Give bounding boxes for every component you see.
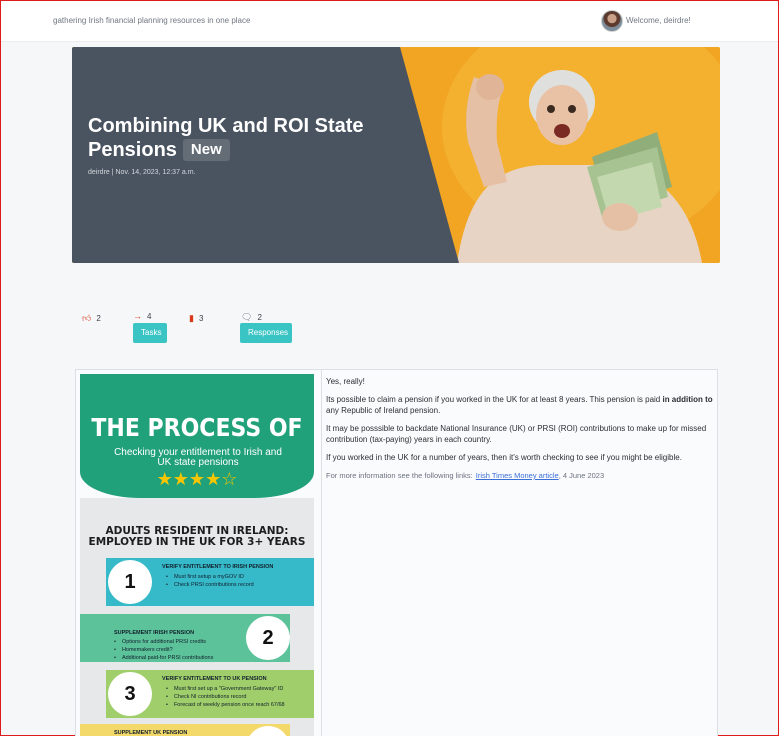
step-2-list: Options for additional PRSI credits Home… (114, 638, 213, 662)
step-item: Forecast of weekly pension once reach 67… (166, 701, 285, 709)
more-info-prefix: For more information see the following l… (326, 471, 473, 480)
article-paragraph-3: If you worked in the UK for a number of … (326, 453, 682, 462)
paragraph-text: any Republic of Ireland pension. (326, 406, 441, 415)
step-item: Homemakers credit? (114, 646, 213, 654)
user-avatar[interactable] (601, 10, 623, 32)
new-badge: New (182, 139, 230, 161)
rating-stars: ★★★★☆ (80, 470, 314, 488)
step-3-number: 3 (108, 672, 152, 716)
article-paragraph-2: It may be posssible to backdate National… (326, 424, 707, 444)
step-item: Must first set up a "Government Gateway"… (166, 685, 285, 693)
infographic-image: THE PROCESS OF Checking your entitlement… (80, 374, 314, 736)
column-divider (321, 370, 322, 736)
like-count: 2 (96, 314, 101, 323)
responses-stat: 🗨︎ 2 (241, 312, 262, 323)
infographic-title: THE PROCESS OF (91, 414, 303, 443)
emphasis-text: in addition to (662, 395, 713, 404)
step-3-title: VERIFY ENTITLEMENT TO UK PENSION (162, 676, 267, 682)
step-2-title: SUPPLEMENT IRISH PENSION (114, 630, 195, 636)
top-navbar: gathering Irish financial planning resou… (1, 1, 778, 42)
arrow-right-icon: → (133, 311, 142, 321)
site-tagline: gathering Irish financial planning resou… (53, 16, 251, 25)
article-intro: Yes, really! (326, 377, 365, 386)
chat-bubbles-icon: 🗨︎ (241, 312, 253, 322)
responses-count: 2 (257, 313, 262, 322)
step-1-number: 1 (108, 560, 152, 604)
post-meta: deirdre | Nov. 14, 2023, 12:37 a.m. (88, 169, 196, 176)
step-item: Check NI contributions record (166, 693, 285, 701)
step-3-list: Must first set up a "Government Gateway"… (166, 685, 285, 709)
infographic-section-title: ADULTS RESIDENT IN IRELAND: EMPLOYED IN … (88, 525, 306, 548)
step-1-list: Must first setup a myGOV ID Check PRSI c… (166, 573, 254, 589)
star-outline-icon: ☆ (221, 469, 238, 489)
step-2-number: 2 (246, 616, 290, 660)
post-content: THE PROCESS OF Checking your entitlement… (75, 369, 718, 736)
star-icon: ★ (156, 469, 173, 489)
infographic-subtitle: Checking your entitlement to Irish and U… (114, 447, 282, 468)
star-icon: ★ (188, 469, 206, 489)
bookmark-stat[interactable]: ▮ 3 (189, 313, 203, 324)
star-icon: ★ (205, 469, 222, 489)
step-item: Must first setup a myGOV ID (166, 573, 254, 581)
tasks-button[interactable]: Tasks (133, 323, 167, 343)
tasks-count: 4 (147, 312, 152, 321)
tasks-stat: → 4 (133, 311, 151, 321)
bookmark-icon[interactable]: ▮ (189, 313, 194, 323)
bookmark-count: 3 (198, 314, 204, 323)
link-suffix: , 4 June 2023 (558, 471, 605, 480)
step-item: Check PRSI contributions record (166, 581, 254, 589)
article-text: Yes, really! Its possible to claim a pen… (326, 376, 714, 488)
like-stat[interactable]: 👍︎ 2 (82, 313, 101, 324)
star-icon: ★ (172, 469, 189, 489)
post-title: Combining UK and ROI State Pensions New (88, 114, 378, 162)
step-item: Options for additional PRSI credits (114, 638, 213, 646)
paragraph-text: Its possible to claim a pension if you w… (326, 395, 663, 404)
hero-banner: Combining UK and ROI State Pensions New d… (72, 47, 720, 263)
responses-button[interactable]: Responses (240, 323, 292, 343)
article-paragraph-1: Its possible to claim a pension if you w… (326, 394, 714, 416)
irish-times-link[interactable]: Irish Times Money article (476, 471, 559, 480)
step-4-title: SUPPLEMENT UK PENSION (114, 730, 188, 736)
more-info-line: For more information see the following l… (326, 470, 714, 481)
step-1-title: VERIFY ENTITLEMENT TO IRISH PENSION (162, 564, 274, 570)
step-item: Additional paid-for PRSI contributions (114, 654, 213, 662)
welcome-message[interactable]: Welcome, deirdre! (626, 16, 691, 25)
thumbs-up-icon[interactable]: 👍︎ (82, 313, 91, 323)
